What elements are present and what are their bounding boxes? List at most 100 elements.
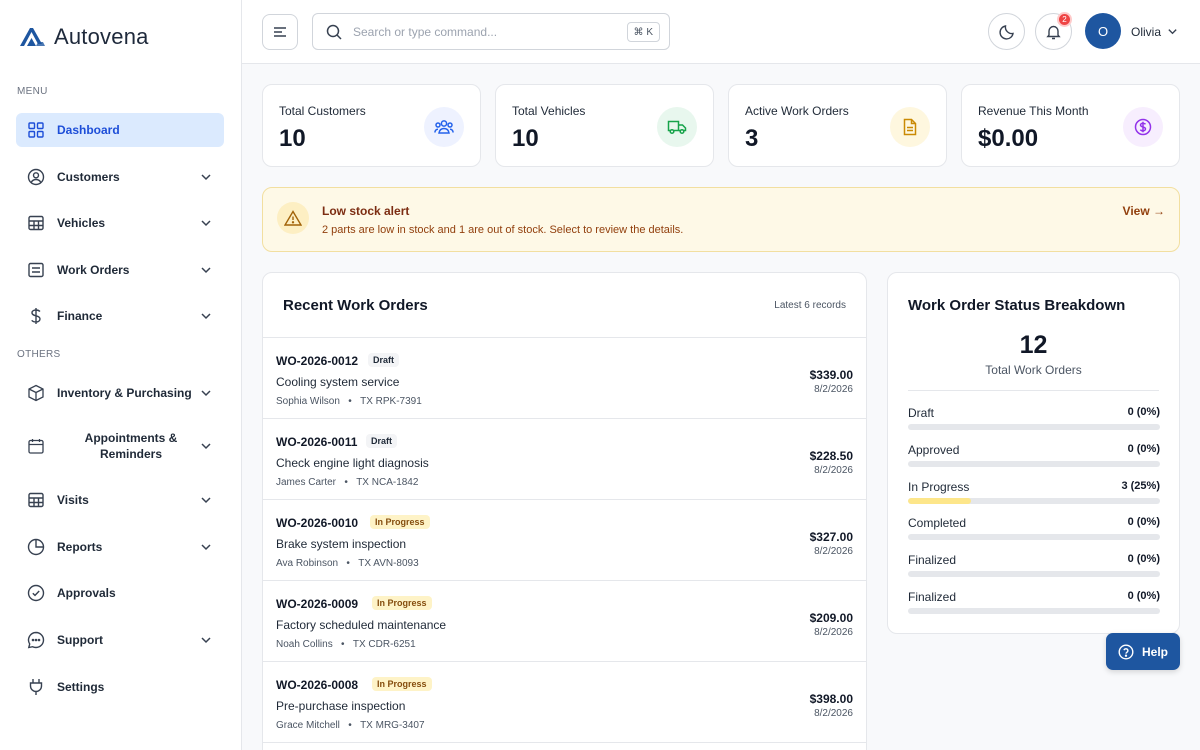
panel-subtitle: Latest 6 records <box>774 300 846 311</box>
sidebar: Autovena MENU Dashboard Customers Vehicl… <box>0 0 242 750</box>
status-badge: In Progress <box>372 677 432 691</box>
divider <box>908 390 1159 391</box>
chevron-down-icon <box>201 637 211 644</box>
work-order-meta: Sophia Wilson • TX RPK-7391 <box>276 396 422 407</box>
sidebar-item-customers[interactable]: Customers <box>16 160 224 194</box>
status-count: 0 (0%) <box>1127 590 1160 602</box>
app-logo[interactable]: Autovena <box>18 24 149 50</box>
table-icon <box>27 214 45 232</box>
sidebar-item-support[interactable]: Support <box>16 623 224 657</box>
sidebar-item-label: Reports <box>57 540 103 554</box>
sidebar-item-label: Vehicles <box>57 216 106 230</box>
sidebar-item-vehicles[interactable]: Vehicles <box>16 206 224 240</box>
customer-name: Grace Mitchell <box>276 720 340 731</box>
stat-title: Revenue This Month <box>978 104 1089 118</box>
status-count: 0 (0%) <box>1127 443 1160 455</box>
list-icon <box>27 261 45 279</box>
sidebar-item-label: Inventory & Purchasing <box>57 386 192 400</box>
help-circle-icon <box>1118 643 1134 660</box>
status-count: 0 (0%) <box>1127 516 1160 528</box>
vehicle-plate: TX CDR-6251 <box>352 639 416 650</box>
customer-name: Noah Collins <box>276 639 333 650</box>
moon-icon <box>998 24 1014 40</box>
low-stock-alert[interactable]: Low stock alert 2 parts are low in stock… <box>262 187 1180 252</box>
status-row-in-progress: In Progress 3 (25%) <box>908 480 1160 510</box>
status-progress-bar <box>908 424 1160 430</box>
hamburger-icon <box>274 27 286 37</box>
status-label: Completed <box>908 516 967 530</box>
table-row[interactable]: WO-2026-0008 In Progress Pre-purchase in… <box>263 662 866 743</box>
others-section-label: OTHERS <box>17 349 61 360</box>
sidebar-item-label: Customers <box>57 170 120 184</box>
stat-card-vehicles: Total Vehicles 10 <box>495 84 714 167</box>
help-label: Help <box>1141 644 1168 659</box>
work-order-description: Cooling system service <box>276 375 400 389</box>
work-order-meta: Grace Mitchell • TX MRG-3407 <box>276 720 425 731</box>
sidebar-item-visits[interactable]: Visits <box>16 483 224 517</box>
status-badge: Draft <box>366 434 398 448</box>
user-name[interactable]: Olivia <box>1131 25 1161 39</box>
work-order-amount: $228.50 <box>809 449 853 463</box>
sidebar-item-approvals[interactable]: Approvals <box>16 576 224 610</box>
search-icon <box>326 24 342 40</box>
warning-icon <box>277 202 309 234</box>
status-badge: In Progress <box>370 515 430 529</box>
pie-chart-icon <box>27 538 45 556</box>
avatar[interactable]: O <box>1085 13 1121 49</box>
work-order-meta: James Carter • TX NCA-1842 <box>276 477 419 488</box>
shortcut-hint: ⌘ K <box>626 22 660 42</box>
sidebar-item-label: Appointments & Reminders <box>84 431 178 461</box>
grid-icon <box>27 121 45 139</box>
status-progress-fill <box>908 498 971 504</box>
help-button[interactable]: Help <box>1106 633 1180 670</box>
stat-title: Total Customers <box>279 104 366 118</box>
stat-title: Active Work Orders <box>745 104 849 118</box>
bell-icon <box>1046 25 1061 39</box>
vehicle-plate: TX NCA-1842 <box>356 477 419 488</box>
sidebar-item-dashboard[interactable]: Dashboard <box>16 113 224 147</box>
sidebar-item-work-orders[interactable]: Work Orders <box>16 253 224 287</box>
table-row[interactable]: WO-2026-0011 Draft Check engine light di… <box>263 419 866 500</box>
chevron-down-icon <box>201 267 211 274</box>
total-work-orders-value: 12 <box>1019 331 1048 359</box>
work-order-date: 8/2/2026 <box>814 708 853 719</box>
sidebar-item-label: Approvals <box>57 586 116 600</box>
sidebar-item-label: Visits <box>57 493 89 507</box>
status-progress-bar <box>908 571 1160 577</box>
sidebar-item-reports[interactable]: Reports <box>16 530 224 564</box>
search-bar: ⌘ K <box>312 13 670 50</box>
box-icon <box>27 384 45 402</box>
status-badge: In Progress <box>372 596 432 610</box>
status-row-approved: Approved 0 (0%) <box>908 443 1160 473</box>
alert-title: Low stock alert <box>322 204 410 218</box>
sidebar-item-label: Finance <box>57 309 103 323</box>
sidebar-item-finance[interactable]: Finance <box>16 299 224 333</box>
status-progress-bar <box>908 498 1160 504</box>
chat-icon <box>27 631 45 649</box>
document-icon <box>890 107 930 147</box>
sidebar-item-settings[interactable]: Settings <box>16 670 224 704</box>
alert-view-link[interactable]: View → <box>1123 204 1165 218</box>
dark-mode-toggle[interactable] <box>988 13 1025 50</box>
status-progress-bar <box>908 608 1160 614</box>
search-input[interactable] <box>353 24 613 39</box>
table-row[interactable]: WO-2026-0009 In Progress Factory schedul… <box>263 581 866 662</box>
plug-icon <box>27 678 45 696</box>
chevron-down-icon[interactable] <box>1167 26 1178 37</box>
table-icon <box>27 491 45 509</box>
work-order-id: WO-2026-0008 <box>276 678 359 692</box>
sidebar-item-label: Dashboard <box>57 123 120 137</box>
status-progress-bar <box>908 534 1160 540</box>
chevron-down-icon <box>201 220 211 227</box>
table-row[interactable]: WO-2026-0012 Draft Cooling system servic… <box>263 338 866 419</box>
work-order-description: Check engine light diagnosis <box>276 456 429 470</box>
customer-name: Sophia Wilson <box>276 396 340 407</box>
app-name: Autovena <box>54 24 149 49</box>
status-row-draft: Draft 0 (0%) <box>908 406 1160 436</box>
status-count: 0 (0%) <box>1127 553 1160 565</box>
sidebar-item-appointments[interactable]: Appointments & Reminders <box>16 423 224 469</box>
sidebar-item-inventory[interactable]: Inventory & Purchasing <box>16 376 224 410</box>
menu-toggle-button[interactable] <box>262 14 298 50</box>
notifications-button[interactable]: 2 <box>1035 12 1072 50</box>
table-row[interactable]: WO-2026-0010 In Progress Brake system in… <box>263 500 866 581</box>
